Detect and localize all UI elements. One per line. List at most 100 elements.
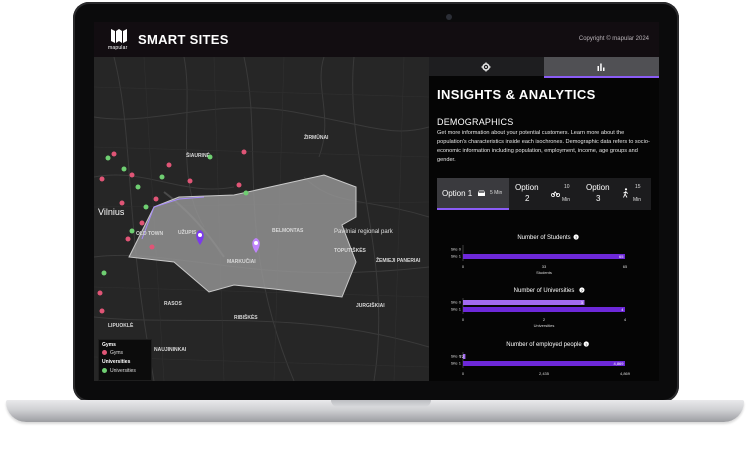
map-label-siaurine: ŠIAURINĖ [186,151,211,159]
category-label: Site 0 [451,300,462,305]
map-label-ribiskes: RIBIŠKĖS [234,313,258,321]
gym-marker [129,172,135,178]
university-marker [159,174,165,180]
university-marker [207,154,213,160]
tick-label: 2,435 [539,371,550,376]
gym-marker [125,236,131,242]
bar [463,254,625,259]
map-label-rasos: RASOS [164,301,182,307]
bar-value-label: 4,869 [613,361,624,366]
tick-label: 0 [462,264,465,269]
university-marker [129,228,135,234]
tick-label: 0 [462,317,465,322]
chart-title: Number of Students [517,235,570,241]
map-view[interactable]: Vilnius Pavilniai regional park UŽUPIS B… [94,57,429,381]
university-dot-icon [102,368,107,374]
university-marker [121,166,127,172]
gym-marker [153,196,159,202]
map-label-markuciai: MARKUČIAI [227,258,256,265]
tick-label: 65 [623,264,628,269]
map-label-oldtown: OLD TOWN [136,231,164,237]
gym-marker [99,176,105,182]
gym-marker [99,308,105,314]
tab-analytics[interactable] [544,57,659,76]
gym-marker [97,290,103,296]
legend-gyms-label: Gyms [110,350,124,356]
option-3[interactable]: Option 3 15 Min [580,178,651,210]
tab-settings[interactable] [429,57,544,76]
info-icon[interactable]: ? [579,287,585,293]
tick-label: 0 [462,371,465,376]
gym-marker [187,178,193,184]
walking-icon [623,188,629,198]
section-description: Get more information about your potentia… [437,130,650,163]
map-label-belmontas: BELMONTAS [272,228,304,234]
gym-marker [111,151,117,157]
legend-universities-row: Universities [102,368,136,374]
gym-marker [241,149,247,155]
top-bar: mapular SMART SITES Copyright © mapular … [94,22,659,58]
laptop-notch [331,400,431,407]
mapular-logo[interactable]: mapular [108,28,134,54]
map-label-uzupis: UŽUPIS [178,228,197,236]
category-label: Site 1 [451,307,462,312]
gym-marker [139,220,145,226]
mapular-logo-icon [111,29,127,43]
option-3-label: Option [586,183,610,192]
bar-chart-icon [597,63,605,71]
option-3-number: 3 [596,194,601,203]
logo-text: mapular [108,45,128,51]
car-icon [478,190,485,196]
info-icon[interactable]: ? [573,234,579,240]
chart-title: Number of Universities [514,288,575,294]
map-label-lipuokle: LIPUOKLĖ [108,322,134,329]
insights-panel: INSIGHTS & ANALYTICS DEMOGRAPHICS Get mo… [429,57,659,381]
axis-label: Students [536,270,552,275]
map-legend: Gyms Gyms Universities Universities [98,339,152,381]
legend-gyms-row: Gyms [102,350,123,356]
legend-gyms-header: Gyms [102,342,116,348]
tick-label: 4,869 [620,371,631,376]
option-2-unit: Min [562,197,571,203]
university-marker [143,204,149,210]
map-label-park: Pavilniai regional park [334,229,394,235]
university-marker [243,190,249,196]
bar [463,307,625,312]
map-label-zirmunai: ŽIRMŪNAI [304,133,329,141]
bicycle-icon [551,191,560,197]
map-label-jurgiskiai: JURGIŠKIAI [356,301,385,309]
option-3-minutes: 15 [635,184,641,190]
map-canvas[interactable]: Vilnius Pavilniai regional park UŽUPIS B… [94,57,429,381]
tick-label: 33 [542,264,547,269]
info-icon[interactable]: ? [583,341,589,347]
university-marker [101,270,107,276]
option-2-number: 2 [525,194,530,203]
option-1-minutes: 5 Min [490,190,503,196]
option-3-unit: Min [633,197,642,203]
legend-universities-header: Universities [102,359,131,365]
tick-label: 4 [624,317,627,322]
category-label: Site 0 [451,247,462,252]
gym-marker [149,244,155,250]
bar [463,300,585,305]
panel-tabs [429,57,659,78]
map-label-city: Vilnius [98,207,125,217]
panel-title: INSIGHTS & ANALYTICS [437,87,596,102]
bar-value-label: 65 [619,254,624,259]
map-label-zemieji: ŽEMIEJI PANERIAI [376,256,421,264]
option-1[interactable]: Option 1 5 Min [437,178,509,210]
university-marker [135,184,141,190]
option-2[interactable]: Option 2 10 Min [509,178,580,210]
category-label: Site 1 [451,361,462,366]
option-2-label: Option [515,183,539,192]
app-screen: mapular SMART SITES Copyright © mapular … [94,22,659,381]
gym-marker [119,200,125,206]
option-2-minutes: 10 [564,184,570,190]
section-title: DEMOGRAPHICS [437,117,514,127]
active-tab-indicator [544,76,659,78]
legend-universities-label: Universities [110,368,136,374]
chart-title: Number of employed people [506,342,582,348]
university-marker [105,155,111,161]
tick-label: 2 [543,317,546,322]
app-title: SMART SITES [138,32,229,47]
